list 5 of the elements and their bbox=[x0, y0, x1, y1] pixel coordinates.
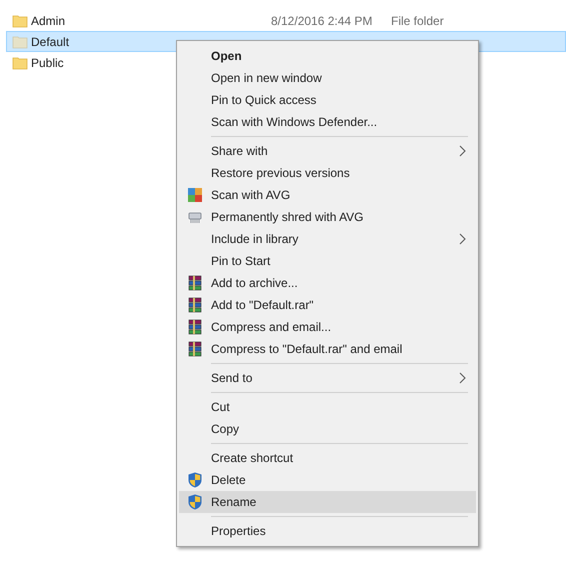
file-name: Public bbox=[31, 54, 64, 72]
file-type: File folder bbox=[391, 12, 444, 30]
file-name: Admin bbox=[31, 12, 66, 30]
file-date: 8/12/2016 2:44 PM bbox=[271, 12, 374, 30]
file-name: Default bbox=[31, 34, 70, 50]
